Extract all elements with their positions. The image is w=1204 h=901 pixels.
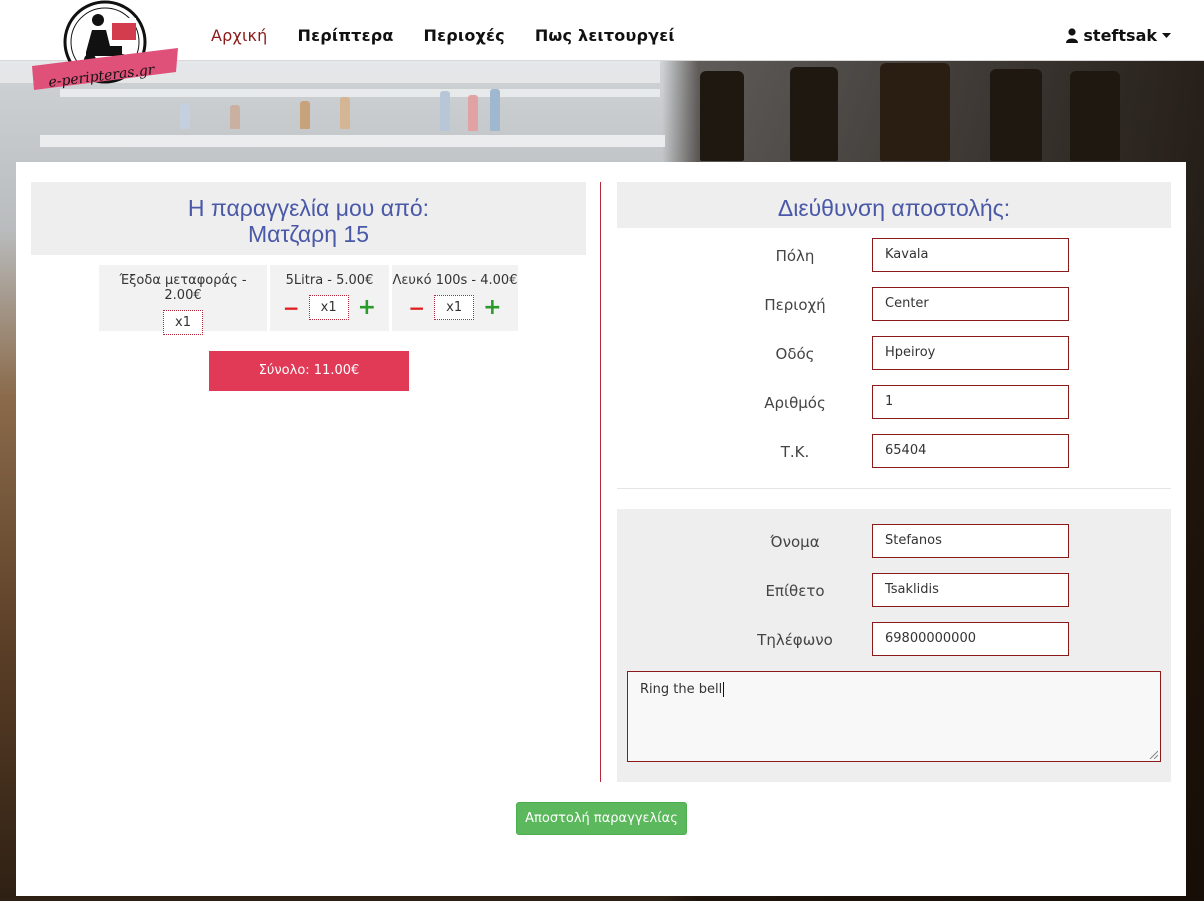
order-kiosk-name: Ματζαρη 15: [248, 221, 369, 247]
order-panel: Η παραγγελία μου από: Ματζαρη 15 Έξοδα μ…: [16, 162, 1186, 896]
order-items: Έξοδα μεταφοράς - 2.00€ x1 5Litra - 5.00…: [99, 265, 518, 335]
order-summary: Η παραγγελία μου από: Ματζαρη 15 Έξοδα μ…: [31, 182, 586, 391]
street-field[interactable]: Hpeiroy: [872, 336, 1069, 370]
phone-field[interactable]: 69800000000: [872, 622, 1069, 656]
order-item-delivery: Έξοδα μεταφοράς - 2.00€ x1: [99, 265, 267, 335]
form-row-street: Οδός Hpeiroy: [617, 336, 1171, 370]
first-name-field[interactable]: Stefanos: [872, 524, 1069, 558]
last-name-field[interactable]: Tsaklidis: [872, 573, 1069, 607]
user-icon: [1066, 28, 1079, 43]
order-item-label: Έξοδα μεταφοράς - 2.00€: [119, 273, 247, 303]
nav-item-how-it-works[interactable]: Πως λειτουργεί: [535, 26, 675, 45]
form-row-city: Πόλη Kavala: [617, 238, 1171, 272]
notes-textarea[interactable]: Ring the bell: [627, 671, 1161, 762]
nav-item-kiosks[interactable]: Περίπτερα: [298, 26, 394, 45]
order-item: 5Litra - 5.00€ − x1 +: [270, 265, 389, 331]
quantity-display: x1: [163, 310, 203, 335]
nav-links: Αρχική Περίπτερα Περιοχές Πως λειτουργεί: [211, 26, 705, 45]
nav-item-areas[interactable]: Περιοχές: [424, 26, 505, 45]
order-item-label: Λευκό 100s - 4.00€: [392, 273, 518, 288]
form-row-area: Περιοχή Center: [617, 287, 1171, 321]
nav-item-home[interactable]: Αρχική: [211, 26, 268, 45]
order-item: Λευκό 100s - 4.00€ − x1 +: [392, 265, 518, 331]
decrease-quantity-button[interactable]: −: [408, 298, 425, 318]
address-title: Διεύθυνση αποστολής:: [617, 182, 1171, 228]
user-menu[interactable]: steftsak: [1066, 26, 1171, 45]
form-row-last-name: Επίθετο Tsaklidis: [617, 573, 1171, 607]
city-field[interactable]: Kavala: [872, 238, 1069, 272]
form-row-postcode: Τ.Κ. 65404: [617, 434, 1171, 468]
order-title-line1: Η παραγγελία μου από:: [187, 195, 430, 221]
increase-quantity-button[interactable]: +: [483, 296, 501, 318]
number-field[interactable]: 1: [872, 385, 1069, 419]
user-name: steftsak: [1083, 26, 1157, 45]
order-item-label: 5Litra - 5.00€: [285, 273, 374, 288]
contact-details: Όνομα Stefanos Επίθετο Tsaklidis Τηλέφων…: [617, 509, 1171, 782]
postcode-field[interactable]: 65404: [872, 434, 1069, 468]
shipping-address-form: Διεύθυνση αποστολής: Πόλη Kavala Περιοχή…: [617, 182, 1171, 782]
top-navbar: Αρχική Περίπτερα Περιοχές Πως λειτουργεί…: [0, 0, 1204, 61]
form-row-phone: Τηλέφωνο 69800000000: [617, 622, 1171, 656]
quantity-display: x1: [308, 295, 349, 320]
column-divider: [600, 182, 601, 782]
submit-order-button[interactable]: Αποστολή παραγγελίας: [516, 802, 687, 835]
increase-quantity-button[interactable]: +: [358, 296, 376, 318]
area-field[interactable]: Center: [872, 287, 1069, 321]
form-row-first-name: Όνομα Stefanos: [617, 524, 1171, 558]
order-title: Η παραγγελία μου από: Ματζαρη 15: [31, 182, 586, 255]
resize-grip-icon[interactable]: [1149, 750, 1158, 759]
notes-text: Ring the bell: [640, 682, 723, 697]
decrease-quantity-button[interactable]: −: [283, 298, 300, 318]
section-divider: [617, 488, 1171, 489]
site-logo[interactable]: e-peripteras.gr: [30, 0, 180, 96]
form-row-number: Αριθμός 1: [617, 385, 1171, 419]
order-total: Σύνολο: 11.00€: [209, 351, 409, 391]
quantity-display: x1: [434, 295, 475, 320]
caret-down-icon: [1162, 32, 1171, 38]
